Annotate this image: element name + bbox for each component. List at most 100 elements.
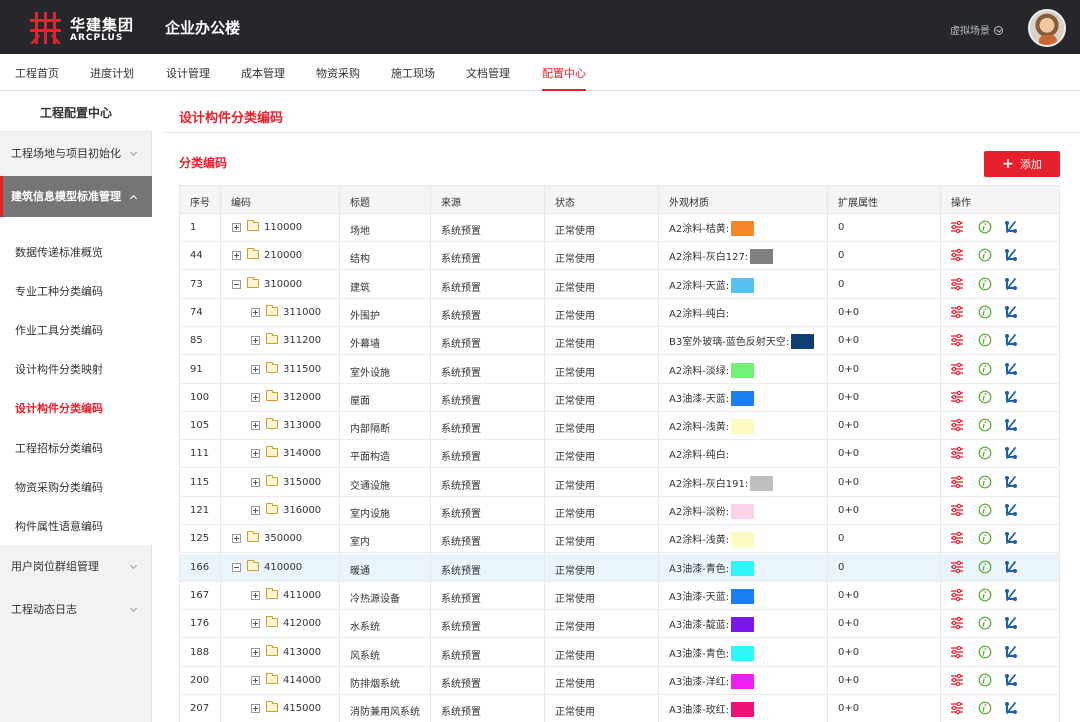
info-icon[interactable] [978,446,992,460]
sliders-icon[interactable] [950,333,964,347]
expand-icon[interactable] [251,590,260,600]
sidebar-item-procurement-code[interactable]: 物资采购分类编码 [15,479,103,495]
connect-icon[interactable] [1004,305,1018,319]
connect-icon[interactable] [1004,531,1018,545]
table-row[interactable]: 166 410000 暖通 系统预置 正常使用 A3油漆-青色: 0 [179,553,1060,582]
info-icon[interactable] [978,362,992,376]
scene-selector[interactable]: 虚拟场景 [950,22,1003,37]
connect-icon[interactable] [1004,673,1018,687]
table-row[interactable]: 73 310000 建筑 系统预置 正常使用 A2涂料-天蓝: 0 [179,270,1060,299]
connect-icon[interactable] [1004,248,1018,262]
info-icon[interactable] [978,333,992,347]
info-icon[interactable] [978,673,992,687]
connect-icon[interactable] [1004,475,1018,489]
info-icon[interactable] [978,701,992,715]
table-row[interactable]: 207 415000 消防兼用风系统 系统预置 正常使用 A3油漆-玫红: 0+0 [179,695,1060,722]
sidebar-group-site-init[interactable]: 工程场地与项目初始化 [0,133,152,175]
sliders-icon[interactable] [950,390,964,404]
expand-icon[interactable] [251,647,260,657]
sliders-icon[interactable] [950,446,964,460]
expand-icon[interactable] [251,477,260,487]
connect-icon[interactable] [1004,277,1018,291]
sliders-icon[interactable] [950,701,964,715]
expand-icon[interactable] [251,364,260,374]
expand-icon[interactable] [251,449,260,459]
sliders-icon[interactable] [950,616,964,630]
connect-icon[interactable] [1004,588,1018,602]
add-button[interactable]: + 添加 [984,151,1060,177]
connect-icon[interactable] [1004,220,1018,234]
connect-icon[interactable] [1004,560,1018,574]
table-row[interactable]: 121 316000 室内设施 系统预置 正常使用 A2涂料-淡粉: 0+0 [179,497,1060,525]
sidebar-group-bim-standard[interactable]: 建筑信息模型标准管理 [0,176,152,218]
sidebar-item-component-code[interactable]: 设计构件分类编码 [15,400,103,416]
nav-item-design[interactable]: 设计管理 [166,65,210,91]
info-icon[interactable] [978,645,992,659]
table-row[interactable]: 1 110000 场地 系统预置 正常使用 A2涂料-桔黄: 0 [179,214,1060,242]
sliders-icon[interactable] [950,503,964,517]
expand-icon[interactable] [251,336,260,346]
table-row[interactable]: 105 313000 内部隔断 系统预置 正常使用 A2涂料-浅黄: 0+0 [179,412,1060,441]
connect-icon[interactable] [1004,333,1018,347]
connect-icon[interactable] [1004,616,1018,630]
expand-icon[interactable] [251,619,260,629]
sidebar-item-discipline-code[interactable]: 专业工种分类编码 [15,283,103,299]
sliders-icon[interactable] [950,645,964,659]
info-icon[interactable] [978,616,992,630]
collapse-icon[interactable] [232,279,241,289]
connect-icon[interactable] [1004,390,1018,404]
table-row[interactable]: 85 311200 外幕墙 系统预置 正常使用 B3室外玻璃-蓝色反射天空: 0+0 [179,327,1060,356]
sliders-icon[interactable] [950,531,964,545]
expand-icon[interactable] [232,534,241,544]
table-row[interactable]: 111 314000 平面构造 系统预置 正常使用 A2涂料-纯白: 0+0 [179,440,1060,469]
sliders-icon[interactable] [950,588,964,602]
table-row[interactable]: 167 411000 冷热源设备 系统预置 正常使用 A3油漆-天蓝: 0+0 [179,581,1060,610]
sidebar-item-tool-code[interactable]: 作业工具分类编码 [15,322,103,338]
info-icon[interactable] [978,475,992,489]
table-row[interactable]: 125 350000 室内 系统预置 正常使用 A2涂料-浅黄: 0 [179,525,1060,554]
sliders-icon[interactable] [950,362,964,376]
sidebar-item-data-transfer[interactable]: 数据传递标准概览 [15,244,103,260]
user-avatar[interactable] [1028,9,1066,47]
sidebar-item-bidding-code[interactable]: 工程招标分类编码 [15,440,103,456]
sliders-icon[interactable] [950,475,964,489]
collapse-icon[interactable] [232,562,241,572]
nav-item-construction[interactable]: 施工现场 [391,65,435,91]
expand-icon[interactable] [251,506,260,515]
connect-icon[interactable] [1004,418,1018,432]
expand-icon[interactable] [251,307,260,317]
sidebar-group-users[interactable]: 用户岗位群组管理 [0,546,152,588]
info-icon[interactable] [978,277,992,291]
info-icon[interactable] [978,588,992,602]
sliders-icon[interactable] [950,248,964,262]
info-icon[interactable] [978,531,992,545]
connect-icon[interactable] [1004,701,1018,715]
info-icon[interactable] [978,248,992,262]
table-row[interactable]: 44 210000 结构 系统预置 正常使用 A2涂料-灰白127: 0 [179,242,1060,271]
table-row[interactable]: 91 311500 室外设施 系统预置 正常使用 A2涂料-淡绿: 0+0 [179,355,1060,384]
table-row[interactable]: 115 315000 交通设施 系统预置 正常使用 A2涂料-灰白191: 0+0 [179,468,1060,497]
logo[interactable]: 华建集团 ARCPLUS [28,10,140,46]
expand-icon[interactable] [251,421,260,431]
expand-icon[interactable] [232,223,241,232]
info-icon[interactable] [978,418,992,432]
info-icon[interactable] [978,305,992,319]
table-row[interactable]: 100 312000 屋面 系统预置 正常使用 A3油漆-天蓝: 0+0 [179,383,1060,412]
info-icon[interactable] [978,503,992,517]
expand-icon[interactable] [251,675,260,685]
nav-item-home[interactable]: 工程首页 [15,65,59,91]
expand-icon[interactable] [232,251,241,261]
sliders-icon[interactable] [950,305,964,319]
nav-item-procurement[interactable]: 物资采购 [316,65,360,91]
sliders-icon[interactable] [950,560,964,574]
nav-item-cost[interactable]: 成本管理 [241,65,285,91]
connect-icon[interactable] [1004,446,1018,460]
nav-item-documents[interactable]: 文档管理 [466,65,510,91]
table-row[interactable]: 176 412000 水系统 系统预置 正常使用 A3油漆-靛蓝: 0+0 [179,610,1060,639]
nav-item-schedule[interactable]: 进度计划 [90,65,134,91]
connect-icon[interactable] [1004,362,1018,376]
sidebar-item-attribute-code[interactable]: 构件属性语意编码 [15,518,103,534]
sliders-icon[interactable] [950,277,964,291]
connect-icon[interactable] [1004,645,1018,659]
info-icon[interactable] [978,220,992,234]
